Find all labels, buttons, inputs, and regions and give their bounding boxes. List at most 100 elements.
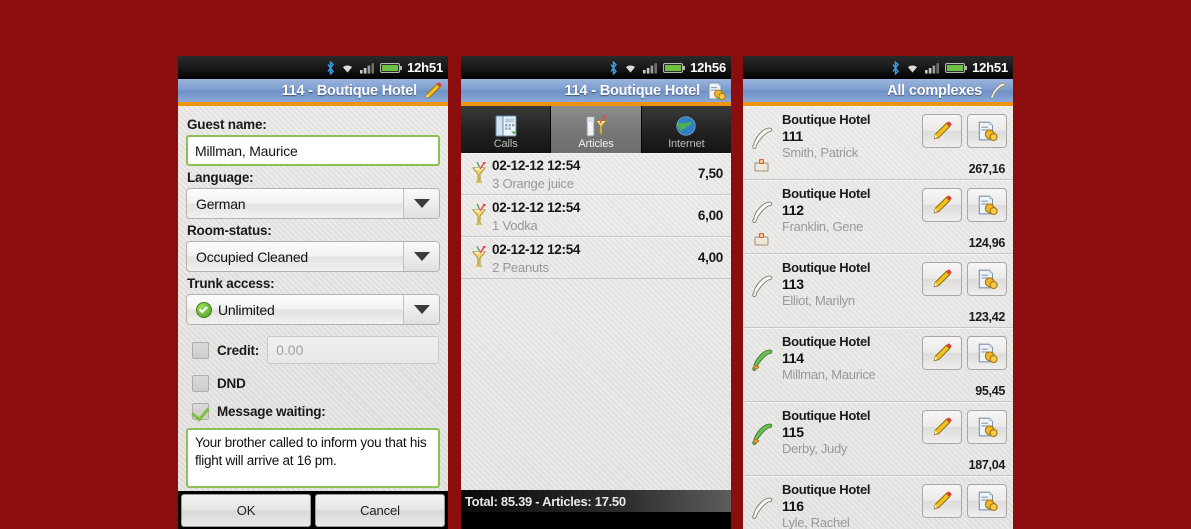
trunk-access-select[interactable]: Unlimited bbox=[186, 294, 440, 325]
edit-room-button[interactable] bbox=[922, 484, 962, 518]
dnd-row: DND bbox=[186, 375, 440, 392]
room-info: Boutique Hotel 111 Smith, Patrick bbox=[782, 110, 922, 179]
room-actions bbox=[922, 480, 1007, 529]
pencil-edit-icon bbox=[933, 343, 952, 362]
invoice-coins-icon bbox=[978, 121, 998, 142]
room-number: 111 bbox=[782, 128, 803, 144]
trunk-access-value: Unlimited bbox=[218, 301, 275, 318]
credit-label: Credit: bbox=[217, 342, 260, 358]
room-row[interactable]: Boutique Hotel 114 Millman, Maurice 95,4… bbox=[743, 328, 1013, 402]
article-date: 02-12-12 12:54 bbox=[492, 241, 581, 257]
tab-bar: Calls Articles Internet bbox=[461, 106, 731, 153]
dnd-checkbox[interactable] bbox=[192, 375, 209, 392]
room-info: Boutique Hotel 115 Derby, Judy bbox=[782, 406, 922, 475]
room-row[interactable]: Boutique Hotel 116 Lyle, Rachel bbox=[743, 476, 1013, 529]
invoice-room-button[interactable] bbox=[967, 262, 1007, 296]
room-info: Boutique Hotel 114 Millman, Maurice bbox=[782, 332, 922, 401]
invoice-room-button[interactable] bbox=[967, 188, 1007, 222]
invoice-room-button[interactable] bbox=[967, 336, 1007, 370]
room-amount: 124,96 bbox=[968, 236, 1006, 250]
room-amount: 267,16 bbox=[968, 162, 1006, 176]
article-row[interactable]: 02-12-12 12:54 2 Peanuts 4,00 bbox=[461, 237, 731, 279]
article-amount: 4,00 bbox=[697, 250, 723, 265]
room-hotel: Boutique Hotel bbox=[782, 260, 871, 275]
articles-list: 02-12-12 12:54 3 Orange juice 7,50 02-12… bbox=[461, 153, 731, 490]
room-number: 114 bbox=[782, 350, 804, 366]
room-hotel: Boutique Hotel bbox=[782, 408, 871, 423]
room-info: Boutique Hotel 113 Elliot, Marilyn bbox=[782, 258, 922, 327]
page-title: 114 - Boutique Hotel bbox=[564, 82, 701, 99]
ok-button[interactable]: OK bbox=[181, 493, 311, 527]
do-not-disturb-icon bbox=[754, 158, 769, 177]
bluetooth-icon bbox=[892, 60, 900, 75]
article-desc: 3 Orange juice bbox=[492, 175, 574, 191]
article-row[interactable]: 02-12-12 12:54 3 Orange juice 7,50 bbox=[461, 153, 731, 195]
room-guest: Millman, Maurice bbox=[782, 367, 876, 382]
edit-room-button[interactable] bbox=[922, 410, 962, 444]
room-amount: 187,04 bbox=[968, 458, 1006, 472]
pencil-edit-icon[interactable] bbox=[423, 81, 443, 101]
message-waiting-row: Message waiting: bbox=[186, 403, 440, 420]
cancel-button[interactable]: Cancel bbox=[315, 493, 445, 527]
article-amount: 7,50 bbox=[697, 166, 723, 181]
tab-calls[interactable]: Calls bbox=[461, 106, 552, 153]
page-title: All complexes bbox=[887, 82, 982, 99]
credit-input[interactable]: 0.00 bbox=[267, 336, 439, 364]
status-bar: 12h51 bbox=[178, 56, 448, 79]
room-guest: Derby, Judy bbox=[782, 441, 848, 456]
room-row[interactable]: Boutique Hotel 113 Elliot, Marilyn 123,4… bbox=[743, 254, 1013, 328]
guest-form-body: Guest name: Millman, Maurice Language: G… bbox=[178, 106, 448, 491]
message-textarea[interactable]: Your brother called to inform you that h… bbox=[186, 428, 440, 488]
invoice-coins-icon bbox=[978, 195, 998, 216]
credit-checkbox[interactable] bbox=[192, 341, 209, 359]
battery-icon bbox=[945, 62, 968, 73]
status-bar: 12h56 bbox=[461, 56, 731, 79]
room-row[interactable]: Boutique Hotel 115 Derby, Judy 187,04 bbox=[743, 402, 1013, 476]
room-row[interactable]: Boutique Hotel 111 Smith, Patrick 267,16 bbox=[743, 106, 1013, 180]
total-bar-text: Total: 85.39 - Articles: 17.50 bbox=[465, 493, 626, 509]
tab-internet[interactable]: Internet bbox=[641, 106, 731, 153]
cocktail-icon bbox=[466, 161, 492, 186]
battery-icon bbox=[380, 62, 403, 73]
room-hotel: Boutique Hotel bbox=[782, 482, 871, 497]
invoice-room-button[interactable] bbox=[967, 484, 1007, 518]
language-select[interactable]: German bbox=[186, 188, 440, 219]
edit-room-button[interactable] bbox=[922, 188, 962, 222]
chevron-down-icon[interactable] bbox=[403, 189, 439, 218]
room-status-value: Occupied Cleaned bbox=[196, 248, 308, 265]
invoice-coins-icon bbox=[978, 491, 998, 512]
language-value: German bbox=[196, 195, 246, 212]
room-row[interactable]: Boutique Hotel 112 Franklin, Gene 124,96 bbox=[743, 180, 1013, 254]
guest-name-input[interactable]: Millman, Maurice bbox=[186, 135, 440, 166]
edit-room-button[interactable] bbox=[922, 114, 962, 148]
title-bar: All complexes bbox=[743, 79, 1013, 106]
invoice-coins-icon[interactable] bbox=[706, 81, 726, 101]
handset-icon[interactable] bbox=[988, 81, 1008, 101]
message-waiting-label: Message waiting: bbox=[217, 404, 326, 419]
chevron-down-icon[interactable] bbox=[403, 242, 439, 271]
invoice-room-button[interactable] bbox=[967, 114, 1007, 148]
handset-white-icon bbox=[748, 258, 782, 327]
phone-book-icon bbox=[494, 113, 518, 137]
dnd-label: DND bbox=[217, 376, 246, 391]
room-number: 116 bbox=[782, 498, 804, 514]
guest-name-label: Guest name: bbox=[187, 117, 267, 132]
edit-room-button[interactable] bbox=[922, 336, 962, 370]
message-waiting-checkbox[interactable] bbox=[192, 403, 209, 420]
invoice-coins-icon bbox=[978, 269, 998, 290]
signal-icon bbox=[643, 62, 658, 73]
room-info: Boutique Hotel 116 Lyle, Rachel bbox=[782, 480, 922, 529]
drinks-icon bbox=[583, 113, 609, 137]
chevron-down-icon[interactable] bbox=[403, 295, 439, 324]
edit-room-button[interactable] bbox=[922, 262, 962, 296]
invoice-room-button[interactable] bbox=[967, 410, 1007, 444]
room-status-select[interactable]: Occupied Cleaned bbox=[186, 241, 440, 272]
tab-articles[interactable]: Articles bbox=[551, 106, 642, 153]
pencil-edit-icon bbox=[933, 195, 952, 214]
cocktail-icon bbox=[466, 203, 492, 228]
credit-row: Credit: 0.00 bbox=[186, 336, 440, 364]
battery-icon bbox=[663, 62, 686, 73]
article-text: 02-12-12 12:54 3 Orange juice bbox=[492, 157, 698, 191]
phone-screen-all-complexes: 12h51 All complexes Boutique Hotel 111 S… bbox=[743, 56, 1013, 529]
article-row[interactable]: 02-12-12 12:54 1 Vodka 6,00 bbox=[461, 195, 731, 237]
